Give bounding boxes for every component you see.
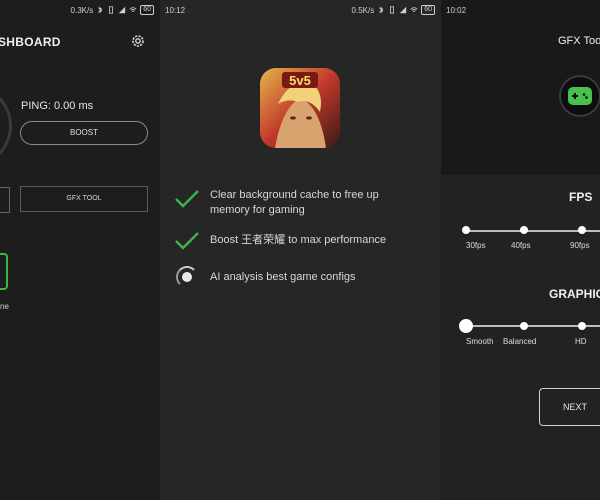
step-ai-analysis: AI analysis best game configs (174, 266, 420, 288)
bluetooth-icon (379, 6, 384, 14)
step-clear-cache: Clear background cache to free up memory… (174, 188, 420, 218)
check-icon (175, 190, 199, 208)
gamepad-icon (568, 87, 592, 105)
fps-option-30[interactable] (462, 226, 470, 234)
status-time: 10:12 (165, 6, 186, 15)
gfx-tool-panel: 10:02 GFX Tool FPS 30fps 40fps 90fps GRA… (441, 0, 600, 500)
wifi-icon (410, 7, 418, 12)
step-text: AI analysis best game configs (210, 271, 356, 283)
status-bar: 10:02 (441, 0, 600, 20)
status-bar: 10:12 0.5K/s 60 (160, 0, 441, 20)
app-icon-label: 5v5 (289, 73, 311, 88)
status-bar: 0.3K/s 60 (0, 0, 160, 20)
ping-gauge (0, 85, 12, 167)
battery-icon: 60 (421, 5, 435, 15)
ping-readout: PING: 0.00 ms (21, 100, 94, 112)
settings-area: FPS 30fps 40fps 90fps GRAPHICS Smooth Ba… (441, 175, 600, 500)
step-text: Boost 王者荣耀 to max performance (210, 234, 387, 246)
page-title: SHBOARD (0, 35, 61, 49)
step-text: Clear background cache to free up memory… (210, 189, 379, 216)
vibrate-icon (109, 6, 114, 14)
graphics-label-balanced: Balanced (503, 337, 537, 346)
game-app-icon: 5v5 (260, 68, 340, 148)
graphics-option-balanced[interactable] (520, 322, 528, 330)
status-icons: 0.3K/s 60 (71, 5, 154, 15)
bluetooth-icon (98, 6, 103, 14)
status-icons: 0.5K/s 60 (352, 5, 435, 15)
graphics-option-smooth[interactable] (459, 319, 473, 333)
network-speed: 0.5K/s (351, 5, 375, 15)
next-button[interactable]: NEXT (539, 388, 600, 426)
wifi-icon (129, 7, 137, 12)
page-title: GFX Tool (558, 35, 600, 47)
network-speed: 0.3K/s (70, 5, 94, 15)
fps-option-90[interactable] (578, 226, 586, 234)
loading-spinner-icon (176, 266, 198, 288)
check-icon (175, 232, 199, 250)
fps-label-40: 40fps (511, 241, 531, 250)
fps-label-90: 90fps (570, 241, 590, 250)
graphics-option-hd[interactable] (578, 322, 586, 330)
game-tile-partial[interactable] (0, 253, 8, 290)
boost-progress-panel: 10:12 0.5K/s 60 5v5 Clear background cac… (160, 0, 441, 500)
battery-icon: 60 (140, 5, 154, 15)
status-time: 10:02 (446, 6, 467, 15)
gfx-tool-button[interactable]: GFX TOOL (20, 186, 148, 212)
gamepad-button[interactable] (559, 75, 600, 117)
dashboard-panel: 0.3K/s 60 SHBOARD PING: 0.00 ms BOOST GF… (0, 0, 160, 500)
fps-label-30: 30fps (466, 241, 486, 250)
signal-icon (119, 6, 126, 14)
fps-option-40[interactable] (520, 226, 528, 234)
gear-icon[interactable] (130, 33, 146, 49)
tool-button-partial[interactable] (0, 187, 10, 213)
signal-icon (400, 6, 407, 14)
vibrate-icon (390, 6, 395, 14)
spinner-dot (182, 272, 192, 282)
fps-title: FPS (569, 190, 593, 204)
step-boost-game: Boost 王者荣耀 to max performance (174, 230, 420, 252)
graphics-label-hd: HD (575, 337, 587, 346)
gamepad-glyph (572, 93, 588, 99)
graphics-label-smooth: Smooth (466, 337, 494, 346)
graphics-title: GRAPHICS (549, 287, 600, 301)
game-label-partial: ne (0, 302, 9, 311)
boost-button[interactable]: BOOST (20, 121, 148, 145)
